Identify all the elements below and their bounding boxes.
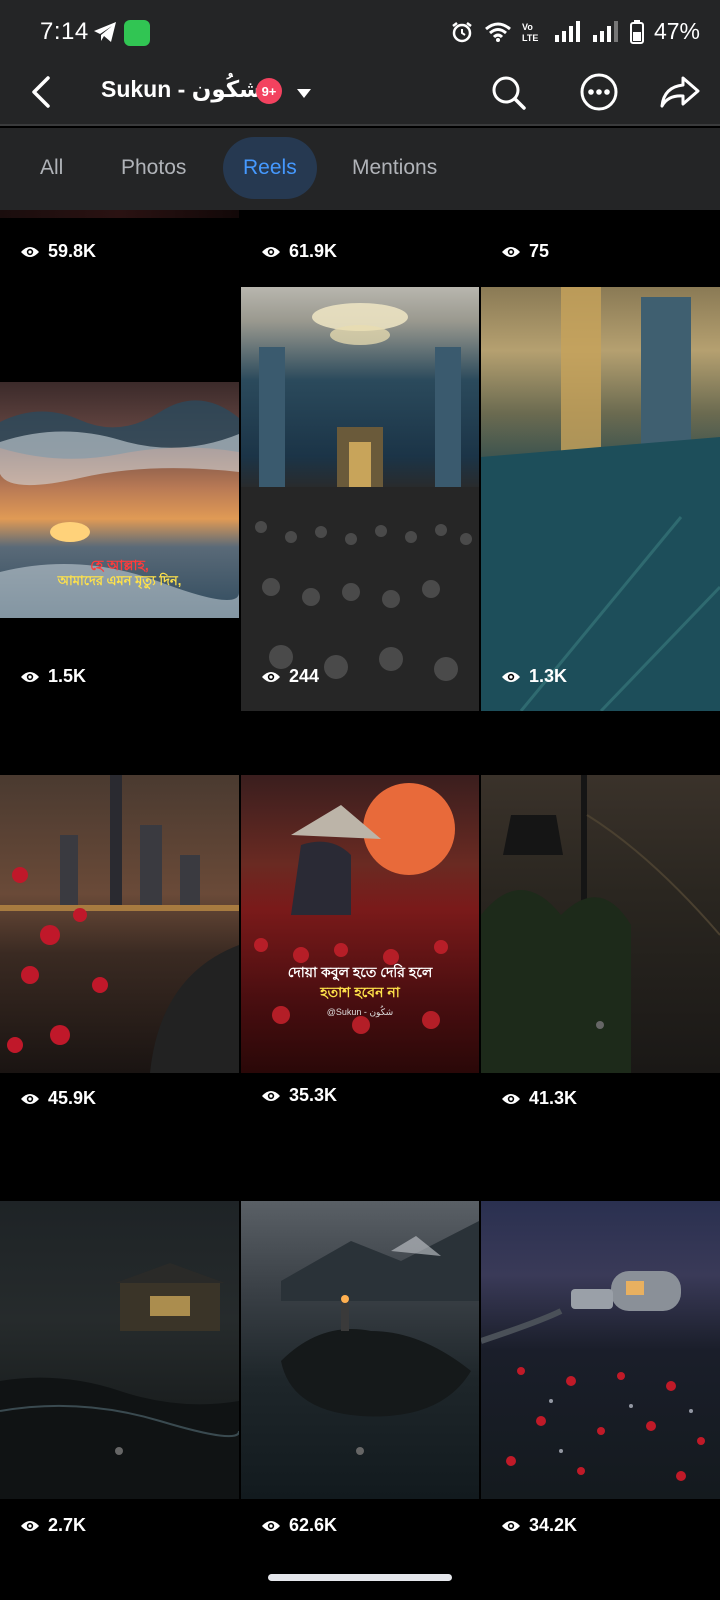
camper-flowers-image	[481, 1271, 705, 1481]
volte-icon: VoLTE	[522, 22, 538, 43]
reel-tile[interactable]: হে আল্লাহ, আমাদের এমন মৃত্যু দিন, 1.5K	[0, 287, 239, 711]
reel-thumbnail: হে আল্লাহ, আমাদের এমন মৃত্যু দিন,	[0, 382, 239, 618]
reels-grid: 59.8K 61.9K 75 হে আল্লাহ, আমাদের এমন মৃত…	[0, 210, 720, 1556]
view-count: 59.8K	[20, 241, 96, 262]
signal-icon-1	[554, 20, 580, 42]
view-count: 75	[501, 241, 549, 262]
stormy-house-image	[0, 1263, 239, 1499]
reel-thumbnail	[241, 287, 479, 711]
eye-icon	[502, 1093, 520, 1104]
app-notification-icon	[124, 20, 150, 46]
svg-text:LTE: LTE	[522, 33, 538, 43]
search-icon[interactable]	[486, 70, 530, 114]
svg-text:Vo: Vo	[522, 22, 533, 32]
reel-tile[interactable]: 62.6K	[241, 1139, 479, 1556]
eye-icon	[262, 1520, 280, 1531]
samurai-sunset-image	[254, 783, 455, 1034]
view-count: 35.3K	[261, 1085, 337, 1106]
eye-icon	[262, 671, 280, 682]
tab-reels[interactable]: Reels	[223, 137, 317, 199]
reel-tile[interactable]: 75	[481, 210, 720, 285]
back-arrow-icon[interactable]	[22, 70, 66, 114]
reel-tile[interactable]: 244	[241, 287, 479, 711]
status-time: 7:14	[40, 18, 89, 45]
lamp-garden-image	[481, 775, 720, 1073]
reel-tile[interactable]: 1.3K	[481, 287, 720, 711]
battery-percent: 47%	[653, 18, 700, 44]
view-count: 34.2K	[501, 1515, 577, 1536]
reel-thumbnail	[0, 775, 239, 1073]
reel-tile[interactable]: 41.3K	[481, 713, 720, 1137]
eye-icon	[21, 246, 39, 257]
reel-tile[interactable]: 45.9K	[0, 713, 239, 1137]
eye-icon	[262, 1090, 280, 1101]
eye-icon	[262, 246, 280, 257]
top-app-bar: Sukun - شكُون 9+	[0, 62, 720, 126]
eye-icon	[502, 671, 520, 682]
tab-mentions[interactable]: Mentions	[332, 137, 457, 199]
eye-icon	[502, 246, 520, 257]
mosque-congregation-image	[241, 303, 479, 711]
system-nav-bar	[0, 1556, 720, 1600]
battery-icon	[629, 19, 644, 44]
reel-caption-line-2: আমাদের এমন মৃত্যু দিন,	[57, 573, 182, 588]
eye-icon	[21, 1093, 39, 1104]
reel-thumbnail	[481, 287, 720, 711]
share-icon[interactable]	[658, 70, 702, 114]
telegram-icon	[94, 22, 116, 42]
reel-tile[interactable]: 2.7K	[0, 1139, 239, 1556]
lighthouse-island-image	[281, 1221, 479, 1455]
alarm-icon	[452, 21, 472, 42]
view-count: 45.9K	[20, 1088, 96, 1109]
wifi-icon	[484, 22, 511, 42]
reel-tile[interactable]: 61.9K	[241, 210, 479, 285]
city-roses-image	[0, 775, 239, 1073]
view-count: 41.3K	[501, 1088, 577, 1109]
view-count: 1.3K	[501, 666, 567, 687]
reel-thumbnail	[241, 1201, 479, 1499]
notification-badge: 9+	[256, 78, 282, 104]
reel-thumbnail	[0, 210, 239, 218]
view-count: 244	[261, 666, 319, 687]
status-bar: 7:14 Vo LTE 47%	[0, 0, 720, 62]
view-count: 1.5K	[20, 666, 86, 687]
signal-icon-2	[592, 20, 618, 42]
reel-tile[interactable]: দোয়া কবুল হতে দেরি হলে হতাশ হবেন না @Su…	[241, 713, 479, 1137]
more-icon[interactable]	[577, 70, 621, 114]
reel-caption-line-2: হতাশ হবেন না	[320, 984, 400, 1000]
tab-all[interactable]: All	[20, 137, 83, 199]
eye-icon	[21, 1520, 39, 1531]
eye-icon	[502, 1520, 520, 1531]
view-count: 62.6K	[261, 1515, 337, 1536]
reel-thumbnail	[0, 1201, 239, 1499]
tab-photos[interactable]: Photos	[101, 137, 206, 199]
view-count: 2.7K	[20, 1515, 86, 1536]
home-indicator[interactable]	[268, 1574, 452, 1581]
reel-thumbnail	[481, 1201, 720, 1499]
reel-thumbnail	[481, 775, 720, 1073]
view-count: 61.9K	[261, 241, 337, 262]
reel-handle: @Sukun - شكُون	[326, 1007, 394, 1017]
reel-tile[interactable]: 59.8K	[0, 210, 239, 285]
reel-thumbnail: দোয়া কবুল হতে দেরি হলে হতাশ হবেন না @Su…	[241, 775, 479, 1073]
chevron-down-icon[interactable]	[296, 86, 312, 100]
reel-tile[interactable]: 34.2K	[481, 1139, 720, 1556]
page-title[interactable]: Sukun - شكُون	[101, 76, 262, 103]
filter-tabs: All Photos Reels Mentions	[0, 128, 720, 210]
eye-icon	[21, 671, 39, 682]
mosque-interior-image	[481, 287, 720, 711]
